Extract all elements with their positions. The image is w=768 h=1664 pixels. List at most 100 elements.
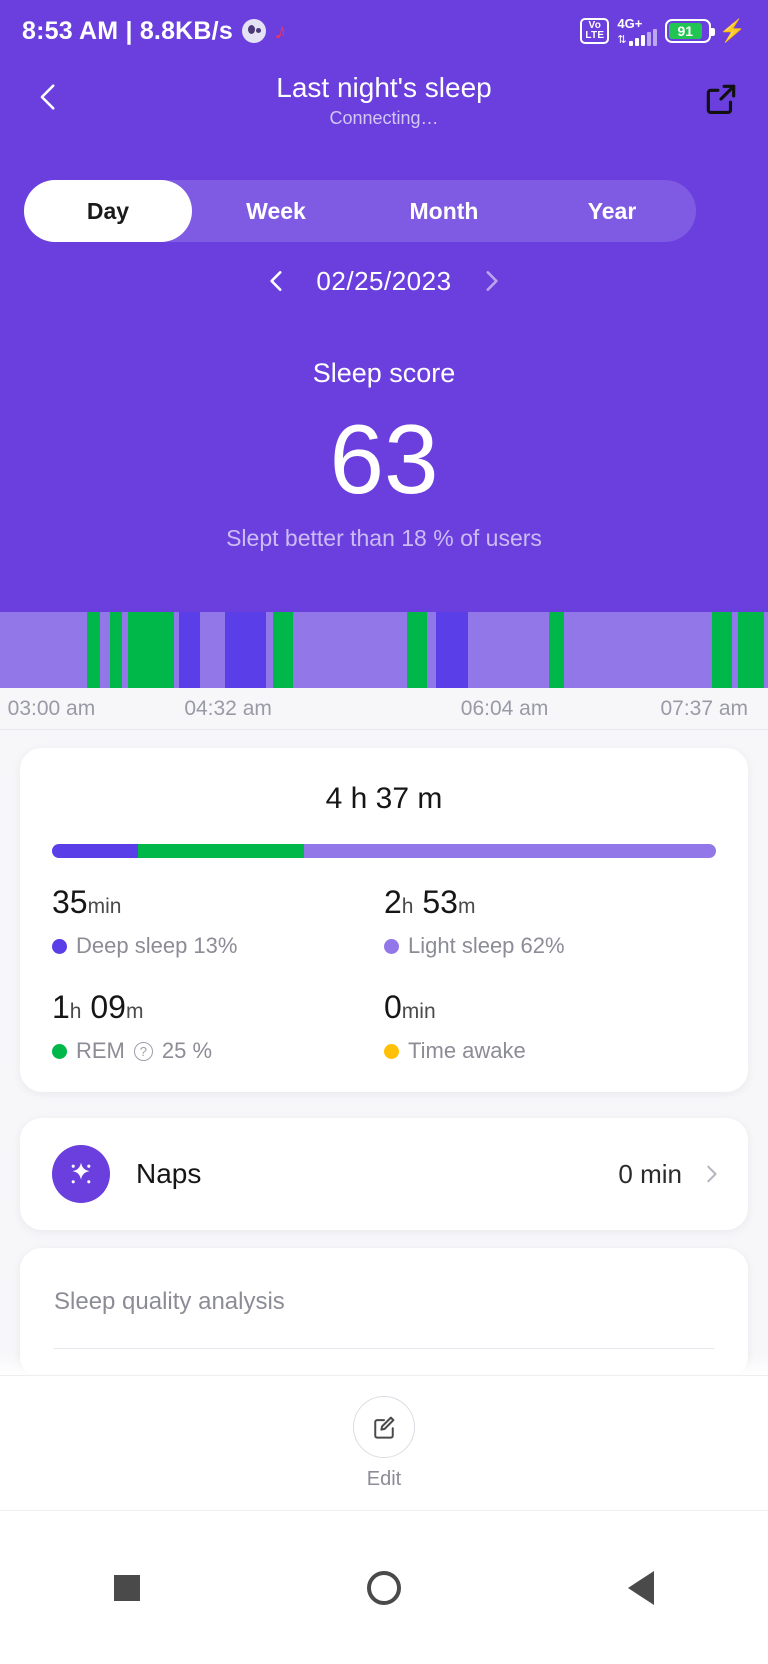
stat-row: 1h 09m REM ? 25 % 0min Time awake: [52, 989, 716, 1064]
music-note-icon: ♪: [272, 16, 290, 45]
time-awake-label: Time awake: [408, 1038, 526, 1063]
triangle-back-icon[interactable]: [628, 1570, 655, 1605]
rem-sleep-value: 1h 09m: [52, 989, 384, 1030]
sleep-summary-card: 4 h 37 m 35min Deep sleep 13% 2h 53m Lig…: [20, 748, 748, 1092]
hypnogram-segment-rem: [548, 612, 564, 688]
light-sleep-minutes-unit: m: [457, 895, 476, 918]
deep-sleep-number: 35: [52, 884, 88, 920]
rem-sleep-hours: 1: [52, 989, 70, 1025]
stat-row: 35min Deep sleep 13% 2h 53m Light sleep …: [52, 884, 716, 959]
sleep-quality-analysis-title: Sleep quality analysis: [54, 1288, 285, 1315]
volte-icon: Vo LTE: [580, 18, 610, 44]
previous-day-button[interactable]: [264, 268, 290, 294]
deep-sleep-unit: min: [87, 895, 122, 918]
app-bar-titles: Last night's sleep Connecting…: [0, 72, 768, 129]
tab-week[interactable]: Week: [192, 180, 360, 242]
period-tab-bar: Day Week Month Year: [24, 180, 696, 242]
data-transfer-arrows-icon: ⇅: [617, 33, 627, 46]
battery-icon: 91: [664, 19, 715, 43]
distribution-segment-deep: [52, 844, 139, 858]
hypnogram-segment-light: [426, 612, 437, 688]
distribution-segment-rem: [138, 844, 305, 858]
sleep-distribution-bar: [52, 844, 716, 858]
distribution-segment-light: [304, 844, 716, 858]
chevron-right-icon[interactable]: [700, 1163, 722, 1185]
total-sleep-duration: 4 h 37 m: [325, 782, 443, 815]
hypnogram-segment-deep: [224, 612, 266, 688]
sleep-score-block: Sleep score 63 Slept better than 18 % of…: [0, 358, 768, 552]
sleep-stages-hypnogram[interactable]: [0, 612, 768, 688]
light-sleep-value: 2h 53m: [384, 884, 716, 925]
network-type-label: 4G+: [617, 15, 643, 31]
hypnogram-segment-light: [292, 612, 407, 688]
stat-time-awake: 0min Time awake: [384, 989, 716, 1064]
hypnogram-segment-rem: [273, 612, 293, 688]
hypnogram-segment-rem: [128, 612, 174, 688]
square-recents-icon[interactable]: [113, 1574, 140, 1601]
tab-month[interactable]: Month: [360, 180, 528, 242]
connection-status: Connecting…: [329, 108, 439, 128]
page-title: Last night's sleep: [276, 72, 492, 103]
axis-tick-label: 07:37 am: [660, 697, 749, 720]
axis-tick-label: 03:00 am: [7, 697, 96, 720]
tab-year[interactable]: Year: [528, 180, 696, 242]
edit-label: Edit: [366, 1467, 402, 1490]
sleep-score-title: Sleep score: [312, 358, 456, 388]
light-sleep-minutes: 53: [422, 884, 458, 920]
stat-light-sleep: 2h 53m Light sleep 62%: [384, 884, 716, 959]
sleep-hero-section: 8:53 AM | 8.8KB/s ♪ Vo LTE 4G+ ⇅ 91 ⚡ La…: [0, 0, 768, 612]
charging-bolt-icon: ⚡: [718, 18, 746, 43]
rem-sleep-hours-unit: h: [69, 1000, 82, 1023]
rem-sleep-percent: 25 %: [161, 1038, 213, 1063]
divider: [54, 1348, 714, 1349]
hypnogram-time-axis: 03:00 am 04:32 am 06:04 am 07:37 am: [0, 688, 768, 730]
hypnogram-segment-light: [265, 612, 274, 688]
status-bar-right: Vo LTE 4G+ ⇅ 91 ⚡: [580, 17, 746, 46]
sleep-score-comparison: Slept better than 18 % of users: [226, 525, 542, 551]
edit-button[interactable]: [353, 1395, 415, 1458]
stat-deep-sleep: 35min Deep sleep 13%: [52, 884, 384, 959]
axis-tick-label: 04:32 am: [184, 697, 272, 720]
edit-bar: Edit: [0, 1375, 768, 1510]
naps-sparkle-icon: [52, 1145, 110, 1203]
app-screen: 8:53 AM | 8.8KB/s ♪ Vo LTE 4G+ ⇅ 91 ⚡ La…: [0, 0, 768, 1664]
deep-sleep-color-dot-icon: [52, 938, 67, 954]
deep-sleep-label: Deep sleep 13%: [76, 933, 238, 958]
rem-sleep-minutes: 09: [90, 989, 126, 1025]
hypnogram-segment-light: [468, 612, 549, 688]
date-navigator: 02/25/2023: [0, 258, 768, 304]
android-navigation-bar: [0, 1510, 768, 1664]
circle-home-icon[interactable]: [366, 1570, 401, 1605]
rem-sleep-label: REM: [76, 1038, 125, 1063]
sleep-score-value: 63: [329, 404, 439, 514]
tab-day[interactable]: Day: [24, 180, 192, 242]
naps-row[interactable]: Naps 0 min: [20, 1118, 748, 1230]
naps-label: Naps: [136, 1158, 202, 1189]
rem-sleep-label-row: REM ? 25 %: [52, 1038, 384, 1064]
hypnogram-segment-rem: [737, 612, 764, 688]
status-bar-left: 8:53 AM | 8.8KB/s ♪: [22, 16, 290, 46]
share-button[interactable]: [702, 80, 740, 118]
hypnogram-segment-light: [199, 612, 225, 688]
hypnogram-segment-deep: [436, 612, 469, 688]
rem-sleep-color-dot-icon: [52, 1043, 67, 1059]
deep-sleep-label-row: Deep sleep 13%: [52, 933, 384, 959]
app-bar: Last night's sleep Connecting…: [0, 62, 768, 160]
signal-bars-icon: [628, 28, 657, 46]
hypnogram-segment-rem: [109, 612, 123, 688]
time-awake-unit: min: [401, 1000, 436, 1023]
battery-level-label: 91: [668, 23, 703, 39]
hypnogram-segment-light: [763, 612, 768, 688]
bottom-fade-overlay: [0, 1355, 768, 1375]
naps-card[interactable]: Naps 0 min: [20, 1118, 748, 1230]
axis-tick-label: 06:04 am: [460, 697, 549, 720]
signal-strength-icon: ⇅: [617, 28, 657, 46]
hypnogram-segment-light: [0, 612, 87, 688]
info-question-icon[interactable]: ?: [133, 1041, 153, 1061]
next-day-button[interactable]: [478, 268, 504, 294]
stat-rem-sleep: 1h 09m REM ? 25 %: [52, 989, 384, 1064]
light-sleep-hours-unit: h: [401, 895, 414, 918]
time-awake-number: 0: [384, 989, 402, 1025]
hypnogram-segment-rem: [711, 612, 732, 688]
rem-sleep-minutes-unit: m: [125, 1000, 144, 1023]
